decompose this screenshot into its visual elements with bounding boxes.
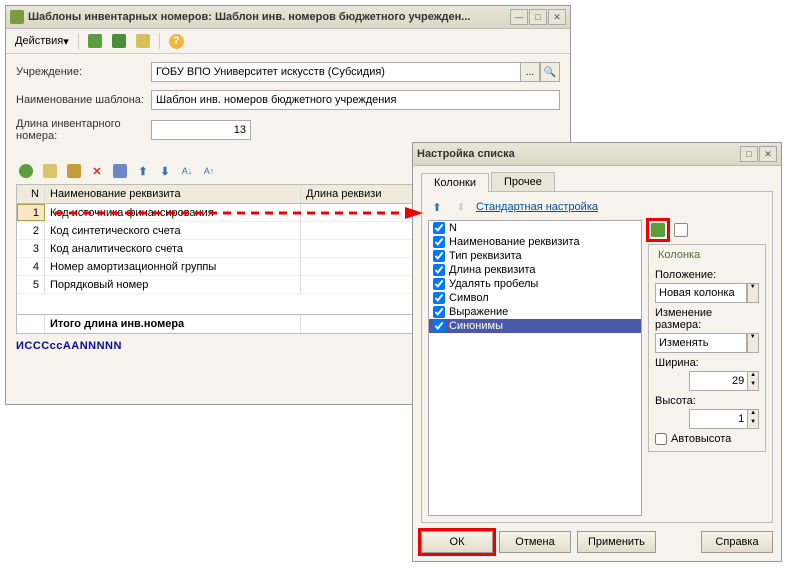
spin-up[interactable]: ▲ — [748, 372, 758, 381]
spin-up[interactable]: ▲ — [748, 410, 758, 419]
standard-settings-link[interactable]: Стандартная настройка — [476, 201, 598, 213]
checkbox[interactable] — [433, 320, 445, 332]
institution-search-button[interactable]: 🔍 — [540, 62, 560, 82]
move-up-icon[interactable]: ⬆ — [428, 198, 446, 216]
main-titlebar: Шаблоны инвентарных номеров: Шаблон инв.… — [6, 6, 570, 29]
minimize-button[interactable]: — — [510, 9, 528, 25]
checkbox[interactable] — [433, 236, 445, 248]
column-side-panel: Колонка Положение: ▼ Изменение размера: … — [648, 220, 766, 516]
check-item[interactable]: Длина реквизита — [429, 263, 641, 277]
grid-moveup-button[interactable]: ⬆ — [134, 162, 152, 180]
position-label: Положение: — [655, 269, 759, 281]
toolbar-icon-1[interactable] — [85, 32, 105, 50]
width-input[interactable] — [689, 371, 747, 391]
tab-body: ⬆ ⬇ Стандартная настройка N Наименование… — [421, 191, 773, 523]
template-name-input[interactable] — [151, 90, 560, 110]
help-button[interactable]: ? — [166, 32, 187, 50]
column-fieldset: Колонка Положение: ▼ Изменение размера: … — [648, 244, 766, 452]
institution-input[interactable] — [151, 62, 520, 82]
check-all-button[interactable] — [648, 220, 668, 240]
check-item[interactable]: Наименование реквизита — [429, 235, 641, 249]
grid-delete-button[interactable]: ✕ — [88, 162, 106, 180]
maximize-button[interactable]: □ — [529, 9, 547, 25]
position-select[interactable] — [655, 283, 747, 303]
tab-toolbar: ⬆ ⬇ Стандартная настройка — [428, 198, 766, 216]
checkbox[interactable] — [433, 306, 445, 318]
height-input[interactable] — [689, 409, 747, 429]
grid-sort-asc-button[interactable]: A↓ — [178, 162, 196, 180]
check-item[interactable]: Удалять пробелы — [429, 277, 641, 291]
app-icon — [10, 10, 24, 24]
tab-other[interactable]: Прочее — [491, 172, 555, 191]
toolbar-icon-3[interactable] — [133, 32, 153, 50]
list-settings-dialog: Настройка списка □ ✕ Колонки Прочее ⬆ ⬇ … — [412, 142, 782, 562]
move-down-icon[interactable]: ⬇ — [452, 198, 470, 216]
autoheight-checkbox[interactable] — [655, 433, 667, 445]
grid-movedown-button[interactable]: ⬇ — [156, 162, 174, 180]
checkbox[interactable] — [433, 278, 445, 290]
close-button[interactable]: ✕ — [548, 9, 566, 25]
main-toolbar: Действия ▾ ? — [6, 29, 570, 54]
dropdown-icon[interactable]: ▼ — [748, 284, 758, 302]
dialog-close-button[interactable]: ✕ — [759, 146, 777, 162]
grid-header-name[interactable]: Наименование реквизита — [45, 185, 301, 203]
check-item[interactable]: N — [429, 221, 641, 235]
checkbox[interactable] — [433, 292, 445, 304]
spin-down[interactable]: ▼ — [748, 381, 758, 390]
columns-checklist[interactable]: N Наименование реквизита Тип реквизита Д… — [428, 220, 642, 516]
checkbox[interactable] — [433, 222, 445, 234]
institution-label: Учреждение: — [16, 66, 151, 78]
grid-save-button[interactable] — [110, 162, 130, 180]
autoheight-label: Автовысота — [671, 433, 731, 445]
dialog-title: Настройка списка — [417, 148, 739, 160]
spin-down[interactable]: ▼ — [748, 419, 758, 428]
help-button[interactable]: Справка — [701, 531, 773, 553]
dialog-tabs: Колонки Прочее — [413, 166, 781, 191]
grid-header-n[interactable]: N — [17, 185, 45, 203]
grid-copy-button[interactable] — [40, 162, 60, 180]
institution-pick-button[interactable]: ... — [520, 62, 540, 82]
resize-select[interactable] — [655, 333, 747, 353]
dropdown-icon[interactable]: ▼ — [748, 334, 758, 352]
check-item-selected[interactable]: Синонимы — [429, 319, 641, 333]
checkbox[interactable] — [433, 264, 445, 276]
apply-button[interactable]: Применить — [577, 531, 656, 553]
check-item[interactable]: Тип реквизита — [429, 249, 641, 263]
dialog-titlebar: Настройка списка □ ✕ — [413, 143, 781, 166]
check-item[interactable]: Символ — [429, 291, 641, 305]
fieldset-title: Колонка — [655, 249, 703, 261]
grid-edit-button[interactable] — [64, 162, 84, 180]
height-label: Высота: — [655, 395, 759, 407]
cancel-button[interactable]: Отмена — [499, 531, 571, 553]
dialog-maximize-button[interactable]: □ — [740, 146, 758, 162]
template-name-label: Наименование шаблона: — [16, 94, 151, 106]
actions-menu[interactable]: Действия ▾ — [12, 32, 72, 50]
inv-length-label: Длина инвентарного номера: — [16, 118, 151, 142]
checkbox[interactable] — [433, 250, 445, 262]
inv-length-input[interactable] — [151, 120, 251, 140]
window-title: Шаблоны инвентарных номеров: Шаблон инв.… — [28, 11, 509, 23]
check-item[interactable]: Выражение — [429, 305, 641, 319]
grid-add-button[interactable] — [16, 162, 36, 180]
tab-columns[interactable]: Колонки — [421, 173, 489, 192]
resize-label: Изменение размера: — [655, 307, 759, 331]
uncheck-all-button[interactable] — [671, 220, 691, 240]
width-label: Ширина: — [655, 357, 759, 369]
toolbar-icon-2[interactable] — [109, 32, 129, 50]
grid-sort-desc-button[interactable]: A↑ — [200, 162, 218, 180]
ok-button[interactable]: ОК — [421, 531, 493, 553]
dialog-button-row: ОК Отмена Применить Справка — [413, 523, 781, 561]
